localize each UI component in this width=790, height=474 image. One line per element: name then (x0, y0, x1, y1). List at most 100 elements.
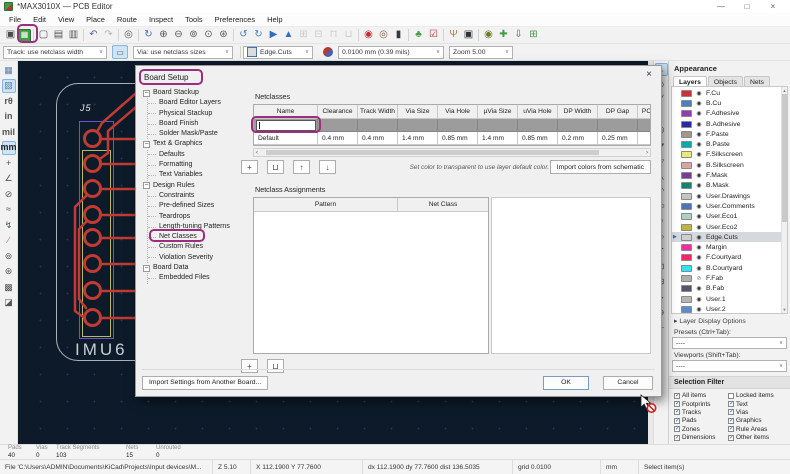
edit-cell[interactable] (318, 119, 358, 132)
filter-tracks[interactable]: ✓ Tracks (674, 409, 728, 416)
layer-row-f-mask[interactable]: ◉ F.Mask (672, 170, 787, 180)
edit-cell[interactable] (358, 119, 398, 132)
layer-color-swatch[interactable] (681, 244, 692, 252)
checked-checkbox-icon[interactable]: ✓ (674, 417, 680, 424)
tree-item-solder-mask-paste[interactable]: Solder Mask/Paste (148, 129, 243, 139)
rotate-ccw-button[interactable]: ↺ (236, 28, 251, 43)
menu-edit[interactable]: Edit (27, 15, 52, 24)
filter-other-items[interactable]: ✓ Other items (728, 434, 788, 441)
filter-graphics[interactable]: ✓ Graphics (728, 417, 788, 424)
maximize-button[interactable]: □ (742, 2, 752, 11)
layer-row-user-drawings[interactable]: ◉ User.Drawings (672, 191, 787, 201)
netclass-cell[interactable]: 0.85 mm (438, 132, 478, 145)
edit-cell[interactable] (254, 119, 318, 132)
visibility-eye-icon[interactable]: ◉ (695, 285, 703, 292)
edit-cell[interactable] (558, 119, 598, 132)
edit-cell[interactable] (478, 119, 518, 132)
sketch-vias-button[interactable]: ⊚ (2, 249, 16, 263)
visibility-eye-icon[interactable]: ◉ (695, 162, 703, 169)
layer-row-user-2[interactable]: ◉ User.2 (672, 304, 787, 313)
flip-board-button[interactable]: ▶ (266, 28, 281, 43)
refresh-view-button[interactable]: ↻ (141, 28, 156, 43)
tree-item-constraints[interactable]: Constraints (148, 191, 243, 201)
drc-button[interactable]: ◉ (361, 28, 376, 43)
layer-color-swatch[interactable] (681, 110, 692, 118)
menu-place[interactable]: Place (80, 15, 111, 24)
track-posture-button[interactable]: ▭ (112, 45, 128, 59)
edit-cell[interactable] (438, 119, 478, 132)
delete-netclass-button[interactable]: ⊔ (267, 160, 284, 174)
layer-color-swatch[interactable] (681, 141, 692, 149)
save-button[interactable]: ▣ (3, 28, 18, 43)
plugin-download-button[interactable]: ⇩ (511, 28, 526, 43)
units-mils-button[interactable]: mil (2, 125, 16, 139)
layer-display-options[interactable]: ▸ Layer Display Options (669, 314, 790, 326)
filter-pads[interactable]: ✓ Pads (674, 417, 728, 424)
tree-item-formatting[interactable]: Formatting (148, 160, 243, 170)
cursor-shape-button[interactable]: + (2, 156, 16, 170)
layers-scrollbar[interactable]: ▲ ▼ (781, 87, 787, 313)
layer-row-f-adhesive[interactable]: ◉ F.Adhesive (672, 109, 787, 119)
group-button[interactable]: ⊞ (296, 28, 311, 43)
lock-button[interactable]: ⊓ (326, 28, 341, 43)
print-button[interactable]: ▤ (51, 28, 66, 43)
layer-color-swatch[interactable] (681, 130, 692, 138)
via-size-dropdown[interactable]: Via: use netclass sizes ∨ (133, 45, 233, 59)
visibility-eye-icon[interactable]: ◉ (695, 141, 703, 148)
plugin-brain-button[interactable]: ◉ (481, 28, 496, 43)
footprint-pad[interactable] (83, 281, 102, 300)
visibility-eye-icon[interactable]: ◉ (695, 213, 703, 220)
layer-color-swatch[interactable] (681, 223, 692, 231)
tree-item-board-editor-layers[interactable]: Board Editor Layers (148, 98, 243, 108)
tree-item-teardrops[interactable]: Teardrops (148, 212, 243, 222)
layer-color-swatch[interactable] (681, 254, 692, 262)
layer-color-swatch[interactable] (681, 295, 692, 303)
presets-dropdown[interactable]: ---- ∨ (672, 337, 787, 349)
grid-override-button[interactable]: ▧ (1, 78, 16, 93)
tree-item-physical-stackup[interactable]: Physical Stackup (148, 109, 243, 119)
visibility-eye-icon[interactable]: ◉ (695, 110, 703, 117)
checked-checkbox-icon[interactable]: ✓ (674, 426, 680, 433)
import-settings-button[interactable]: Import Settings from Another Board... (142, 375, 269, 390)
layer-color-swatch[interactable] (681, 172, 692, 180)
tree-item-defaults[interactable]: Defaults (148, 150, 243, 160)
menu-preferences[interactable]: Preferences (209, 15, 261, 24)
layer-row-user-eco2[interactable]: ◉ User.Eco2 (672, 222, 787, 232)
polar-coords-button[interactable]: rθ (2, 94, 16, 108)
filter-footprints[interactable]: ✓ Footprints (674, 400, 728, 408)
layer-color-swatch[interactable] (681, 182, 692, 190)
layer-color-swatch[interactable] (681, 274, 692, 282)
layer-color-swatch[interactable] (681, 151, 692, 159)
visibility-eye-icon[interactable]: ◉ (695, 306, 703, 313)
visibility-eye-icon[interactable]: ◉ (695, 131, 703, 138)
add-netclass-button[interactable]: + (241, 160, 258, 174)
redo-button[interactable]: ↷ (101, 28, 116, 43)
plugin-manager-button[interactable]: ⊞ (526, 28, 541, 43)
ratsnest-curved-button[interactable]: ≈ (2, 203, 16, 217)
dialog-close-icon[interactable]: × (646, 69, 652, 80)
layer-row-edge-cuts[interactable]: ▶ ◉ Edge.Cuts (672, 232, 787, 243)
layer-row-user-eco1[interactable]: ◉ User.Eco1 (672, 212, 787, 222)
layer-color-swatch[interactable] (681, 264, 692, 272)
tree-item-text-variables[interactable]: Text Variables (148, 170, 243, 180)
layer-row-f-cu[interactable]: ◉ F.Cu (672, 88, 787, 98)
filter-dimensions[interactable]: ✓ Dimensions (674, 434, 728, 441)
layer-color-swatch[interactable] (681, 120, 692, 128)
collapse-icon[interactable]: − (143, 141, 150, 149)
units-inches-button[interactable]: in (2, 110, 16, 124)
checked-checkbox-icon[interactable]: ✓ (674, 434, 680, 441)
plugin-puzzle-button[interactable]: ✚ (496, 28, 511, 43)
visibility-eye-icon[interactable]: ◉ (695, 224, 703, 231)
visibility-eye-icon[interactable]: ◉ (695, 100, 703, 107)
menu-inspect[interactable]: Inspect (143, 15, 179, 24)
menu-file[interactable]: File (3, 15, 27, 24)
visibility-eye-icon[interactable]: ◉ (695, 193, 703, 200)
checked-checkbox-icon[interactable]: ✓ (674, 401, 680, 408)
layer-color-swatch[interactable] (681, 161, 692, 169)
layer-row-b-silkscreen[interactable]: ◉ B.Silkscreen (672, 160, 787, 170)
visibility-eye-icon[interactable]: ◉ (695, 121, 703, 128)
minimize-button[interactable]: — (716, 2, 726, 11)
filter-text[interactable]: ✓ Text (728, 400, 788, 408)
layer-row-f-silkscreen[interactable]: ◉ F.Silkscreen (672, 150, 787, 160)
edit-cell[interactable] (638, 119, 650, 132)
